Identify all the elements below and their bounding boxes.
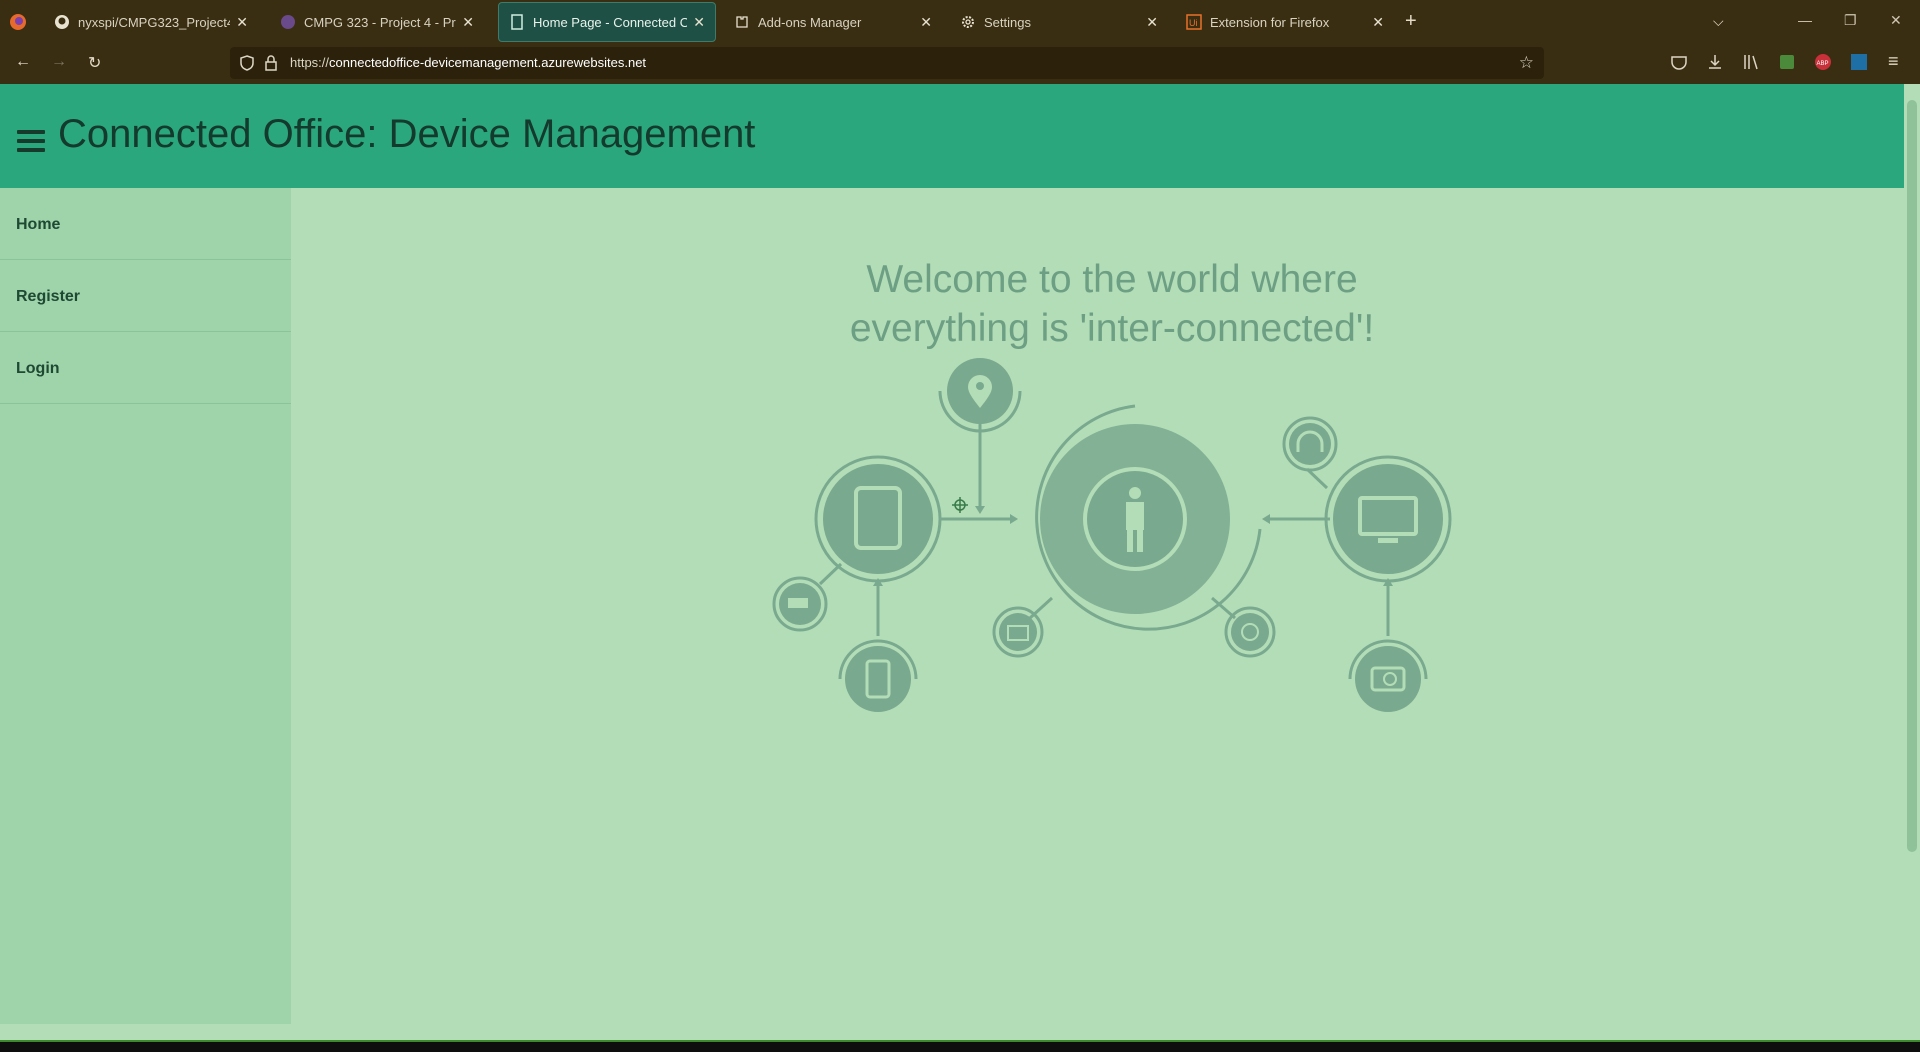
headphones-icon	[1282, 416, 1338, 472]
visual-studio-icon	[281, 15, 295, 29]
taskbar	[0, 1040, 1920, 1052]
back-arrow-icon[interactable]: ←	[15, 53, 31, 71]
forward-arrow-icon[interactable]: →	[51, 53, 67, 71]
minimize-button[interactable]: —	[1798, 12, 1812, 28]
close-icon[interactable]: ✕	[1146, 14, 1158, 31]
tab-addons-manager[interactable]: Add-ons Manager ✕	[724, 2, 942, 42]
tab-home-page[interactable]: Home Page - Connected Office ✕	[498, 2, 716, 42]
close-icon[interactable]: ✕	[693, 14, 705, 31]
puzzle-icon	[736, 16, 748, 28]
browser-tab-bar: nyxspi/CMPG323_Project4_296 ✕ CMPG 323 -…	[0, 0, 1920, 43]
shield-icon[interactable]	[238, 54, 256, 72]
vertical-scrollbar-thumb[interactable]	[1907, 100, 1917, 852]
address-bar[interactable]: https://connectedoffice-devicemanagement…	[230, 47, 1544, 79]
nav-login[interactable]: Login	[0, 332, 291, 404]
security-camera-icon	[772, 576, 828, 632]
bookmark-star-icon[interactable]: ☆	[1519, 53, 1534, 73]
tab-title: nyxspi/CMPG323_Project4_296	[78, 14, 230, 30]
close-icon[interactable]: ✕	[920, 14, 932, 31]
smartwatch-icon	[1224, 606, 1276, 658]
browser-nav-bar: ← → ↻ https://connectedoffice-devicemana…	[0, 43, 1920, 84]
camera-icon	[1348, 639, 1428, 712]
github-icon	[55, 15, 69, 29]
tab-title: Home Page - Connected Office	[533, 14, 688, 30]
welcome-heading: Welcome to the world where everything is…	[740, 255, 1484, 353]
tab-title: Extension for Firefox	[1210, 14, 1330, 30]
close-icon[interactable]: ✕	[236, 14, 248, 31]
phone-icon	[838, 639, 918, 712]
firefox-menu-icon[interactable]	[8, 2, 38, 42]
tab-visual-studio[interactable]: CMPG 323 - Project 4 - Project N ✕	[270, 2, 484, 42]
uipath-icon: Ui	[1186, 14, 1202, 30]
close-window-button[interactable]: ✕	[1890, 12, 1902, 29]
welcome-line-2: everything is 'inter-connected'!	[849, 307, 1375, 350]
monitor-icon	[1324, 455, 1452, 583]
url-scheme: https://	[290, 55, 330, 70]
restore-button[interactable]: ❐	[1844, 12, 1857, 29]
crosshair-cursor-icon	[952, 497, 968, 513]
gear-icon	[962, 16, 974, 28]
tablet-icon	[814, 455, 942, 583]
globe-person-icon	[1035, 404, 1262, 631]
tab-list-chevron-icon[interactable]: ⌵	[1713, 13, 1724, 30]
library-icon[interactable]	[1742, 53, 1760, 71]
tab-title: Settings	[984, 14, 1031, 30]
url-host: connectedoffice-devicemanagement.azurewe…	[329, 55, 647, 70]
lock-icon[interactable]	[262, 54, 280, 72]
tab-settings[interactable]: Settings ✕	[950, 2, 1168, 42]
svg-text:Ui: Ui	[1189, 18, 1198, 28]
nav-register[interactable]: Register	[0, 260, 291, 332]
download-icon[interactable]	[1706, 53, 1724, 71]
nav-home[interactable]: Home	[0, 188, 291, 260]
adblock-icon[interactable]: ABP	[1814, 53, 1832, 71]
new-tab-button[interactable]: +	[1405, 10, 1417, 33]
close-icon[interactable]: ✕	[1372, 14, 1384, 31]
svg-text:ABP: ABP	[1817, 61, 1829, 67]
horizontal-scrollbar[interactable]	[0, 1024, 1920, 1040]
tv-icon	[992, 606, 1044, 658]
tab-title: Add-ons Manager	[758, 14, 862, 30]
hamburger-menu-icon[interactable]	[17, 130, 45, 157]
tab-extension[interactable]: Ui Extension for Firefox ✕	[1176, 2, 1394, 42]
location-pin-icon	[938, 358, 1022, 433]
welcome-line-1: Welcome to the world where	[866, 258, 1358, 301]
site-title: Connected Office: Device Management	[58, 112, 756, 156]
tab-title: CMPG 323 - Project 4 - Project N	[304, 14, 456, 30]
site-header: Connected Office: Device Management	[0, 84, 1904, 188]
extension-blue-icon[interactable]	[1850, 53, 1868, 71]
page-icon	[511, 14, 523, 30]
menu-icon[interactable]: ≡	[1888, 51, 1899, 72]
reload-icon[interactable]: ↻	[88, 53, 101, 73]
close-icon[interactable]: ✕	[462, 14, 474, 31]
tab-github[interactable]: nyxspi/CMPG323_Project4_296 ✕	[44, 2, 258, 42]
sidebar: Home Register Login	[0, 188, 291, 1024]
pocket-icon[interactable]	[1670, 53, 1688, 71]
url-text[interactable]: https://connectedoffice-devicemanagement…	[290, 55, 646, 70]
connected-devices-illustration	[772, 358, 1452, 712]
web-page: Connected Office: Device Management Home…	[0, 84, 1904, 1024]
extension-green-icon[interactable]	[1778, 53, 1796, 71]
